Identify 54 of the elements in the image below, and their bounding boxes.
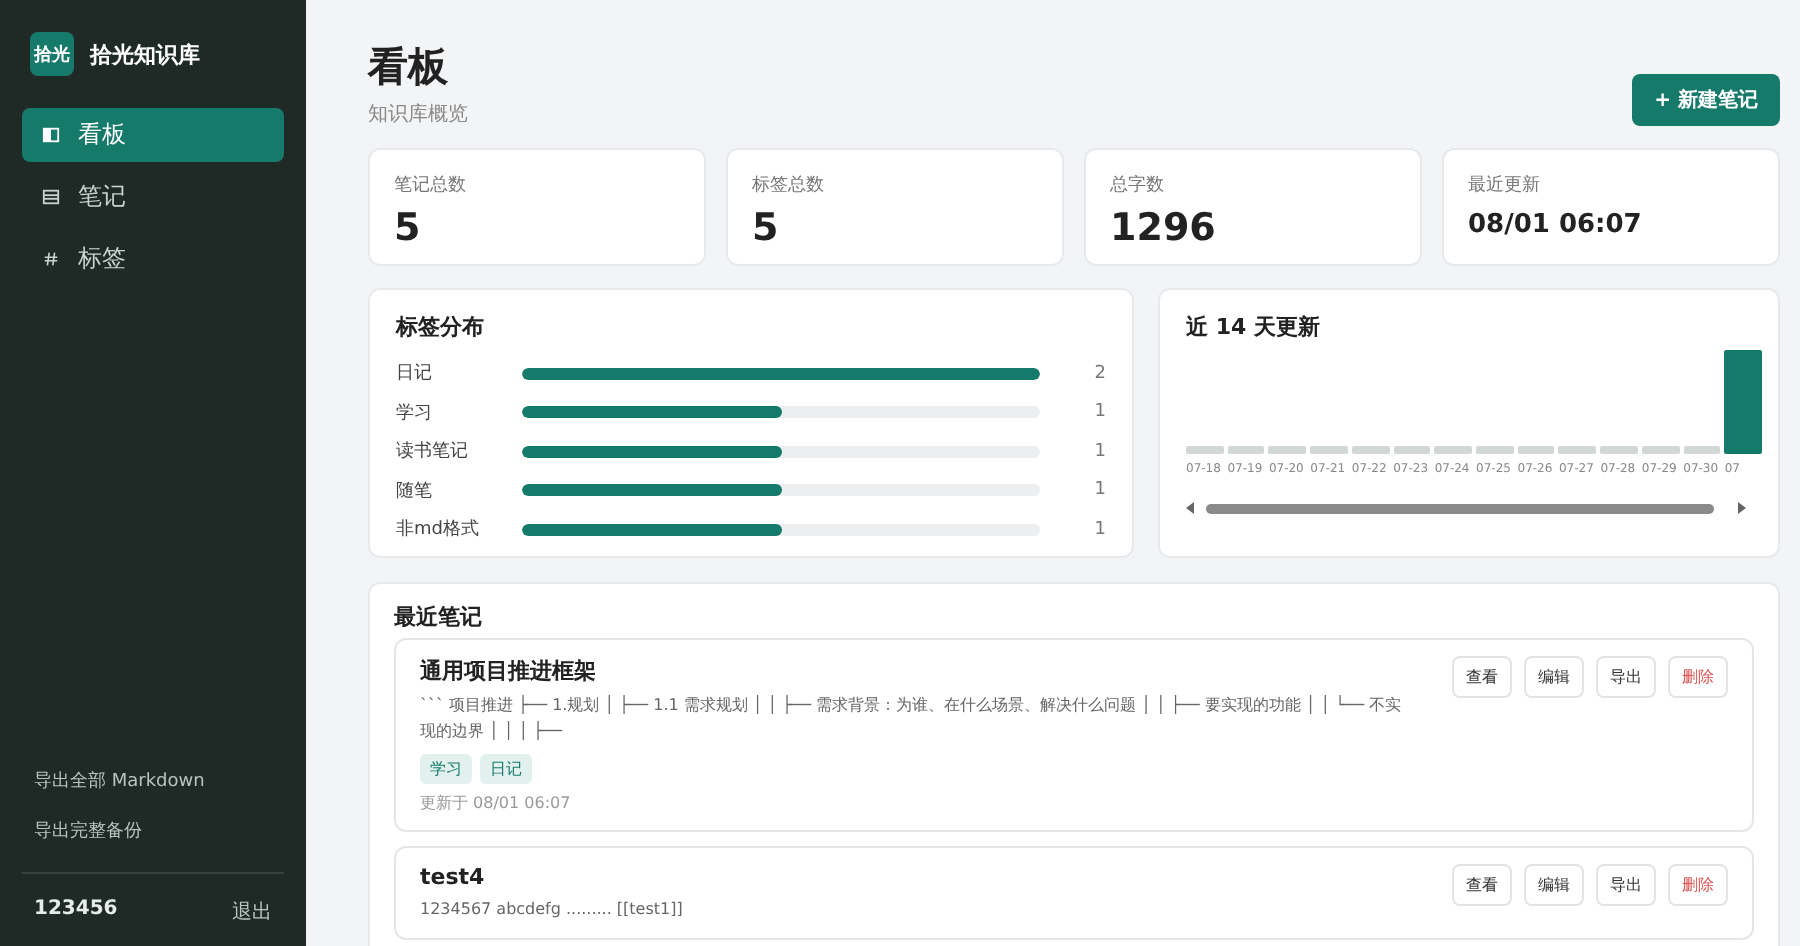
stat-value: 5 xyxy=(394,206,423,250)
logout-link[interactable]: 退出 xyxy=(232,898,272,926)
scroll-left-icon[interactable] xyxy=(1186,502,1194,514)
new-note-button[interactable]: + 新建笔记 xyxy=(1632,74,1780,126)
tag-name: 非md格式 xyxy=(396,517,481,543)
scroll-right-icon[interactable] xyxy=(1738,502,1746,514)
tag-count: 1 xyxy=(1092,519,1106,540)
note-title: 通用项目推进框架 xyxy=(420,656,598,686)
panel-title: 近 14 天更新 xyxy=(1186,312,1322,342)
scrollbar-thumb[interactable] xyxy=(1206,503,1714,513)
logo: 拾光 xyxy=(30,32,74,76)
stat-label: 笔记总数 xyxy=(394,173,468,198)
stat-label: 总字数 xyxy=(1110,173,1166,198)
updated-time: 更新于 08/01 06:07 xyxy=(420,791,573,814)
tag-count: 1 xyxy=(1092,441,1106,462)
nav-item[interactable]: 标签 xyxy=(22,232,284,286)
stat-label: 最近更新 xyxy=(1468,173,1542,198)
tag-name: 读书笔记 xyxy=(396,439,470,465)
stat-value: 1296 xyxy=(1110,206,1218,250)
note-snippet: ``` 项目推进 ├── 1.规划 │ ├── 1.1 需求规划 │ │ ├── 需求背景：为谁、在什么场景、解决什么问题 │ │ ├── 要实现的功能 │ │ └── 不实现的边界 │ │ │ ├── xyxy=(420,694,1404,744)
sidebar-link[interactable]: 导出全部 Markdown xyxy=(34,768,272,794)
nav-item[interactable]: 笔记 xyxy=(22,170,284,224)
tag-count: 2 xyxy=(1092,363,1106,384)
action-button[interactable]: 查看 xyxy=(1452,656,1512,698)
tag-chip[interactable]: 学习 xyxy=(420,753,472,784)
tag-count: 1 xyxy=(1092,480,1106,501)
tag-name: 学习 xyxy=(396,401,434,426)
action-button[interactable]: 导出 xyxy=(1596,656,1656,698)
tag-name: 日记 xyxy=(396,361,434,387)
action-button[interactable]: 编辑 xyxy=(1524,656,1584,698)
note-snippet: 1234567 abcdefg ......... [[test1]] xyxy=(420,897,685,922)
nav-item[interactable]: 看板 xyxy=(22,108,284,162)
sidebar-link[interactable]: 导出完整备份 xyxy=(34,818,272,844)
stat-value: 5 xyxy=(752,206,781,250)
note-title: test4 xyxy=(420,863,487,890)
list-icon xyxy=(42,188,60,206)
user-name: 123456 xyxy=(34,898,118,924)
delete-button[interactable]: 删除 xyxy=(1668,656,1728,698)
app-title: 拾光知识库 xyxy=(90,39,200,69)
action-button[interactable]: 编辑 xyxy=(1524,863,1584,906)
stat-label: 标签总数 xyxy=(752,173,826,198)
tag-name: 随笔 xyxy=(396,479,434,504)
delete-button[interactable]: 删除 xyxy=(1668,863,1728,906)
hash-icon xyxy=(42,250,60,268)
action-button[interactable]: 查看 xyxy=(1452,863,1512,906)
panel-title: 标签分布 xyxy=(396,312,486,342)
tag-chip[interactable]: 日记 xyxy=(480,753,532,784)
action-button[interactable]: 导出 xyxy=(1596,863,1656,906)
page-title: 看板 xyxy=(368,40,450,94)
page-subtitle: 知识库概览 xyxy=(368,101,468,128)
stat-value: 08/01 06:07 xyxy=(1468,210,1644,240)
tag-count: 1 xyxy=(1092,402,1106,423)
panel-title: 最近笔记 xyxy=(394,602,484,632)
panel-icon xyxy=(42,126,60,144)
